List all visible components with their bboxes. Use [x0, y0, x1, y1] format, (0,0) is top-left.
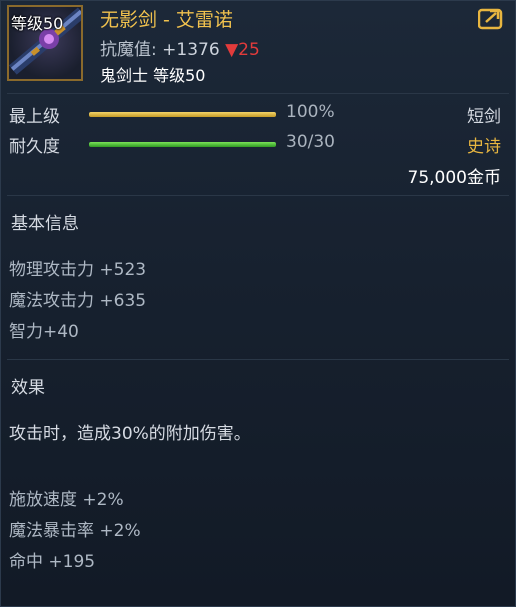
requirement: 鬼剑士 等级50	[100, 66, 206, 85]
magic-resist-value: +1376	[162, 40, 220, 60]
effect-title: 效果	[11, 378, 45, 398]
attr-intelligence: 智力+40	[9, 322, 79, 342]
attr-magic-attack: 魔法攻击力 +635	[9, 291, 147, 311]
grade-label: 最上级	[9, 107, 60, 127]
weapon-type: 短剑	[467, 107, 501, 127]
item-header: 等级50 无影剑 - 艾雷诺 抗魔值: +1376 ▼25 鬼剑士 等级50	[1, 1, 515, 89]
divider	[7, 93, 509, 94]
price: 75,000金币	[407, 168, 501, 188]
grade-bar	[89, 112, 276, 117]
share-button[interactable]	[477, 5, 505, 31]
item-level-badge: 等级50	[11, 14, 64, 33]
divider	[7, 195, 509, 196]
basic-info-title: 基本信息	[11, 214, 79, 234]
share-icon	[478, 8, 503, 30]
rarity-label: 史诗	[467, 137, 501, 157]
magic-resist-down-icon: ▼	[225, 40, 239, 60]
grade-value: 100%	[286, 102, 335, 122]
durability-label: 耐久度	[9, 137, 60, 157]
attr-magic-crit: 魔法暴击率 +2%	[9, 521, 141, 541]
magic-resist-change: 25	[238, 40, 260, 60]
magic-resist: 抗魔值: +1376 ▼25	[100, 35, 260, 60]
item-tooltip: 等级50 无影剑 - 艾雷诺 抗魔值: +1376 ▼25 鬼剑士 等级50 最…	[0, 0, 516, 607]
durability-value: 30/30	[286, 132, 335, 152]
attr-physical-attack: 物理攻击力 +523	[9, 260, 147, 280]
magic-resist-label: 抗魔值:	[100, 40, 157, 60]
effect-description: 攻击时，造成30%的附加伤害。	[9, 424, 251, 444]
durability-bar	[89, 142, 276, 147]
attr-cast-speed: 施放速度 +2%	[9, 490, 124, 510]
attr-hit-rate: 命中 +195	[9, 552, 96, 572]
divider	[7, 359, 509, 360]
sword-icon: 等级50	[7, 5, 83, 81]
item-name: 无影剑 - 艾雷诺	[100, 9, 233, 31]
